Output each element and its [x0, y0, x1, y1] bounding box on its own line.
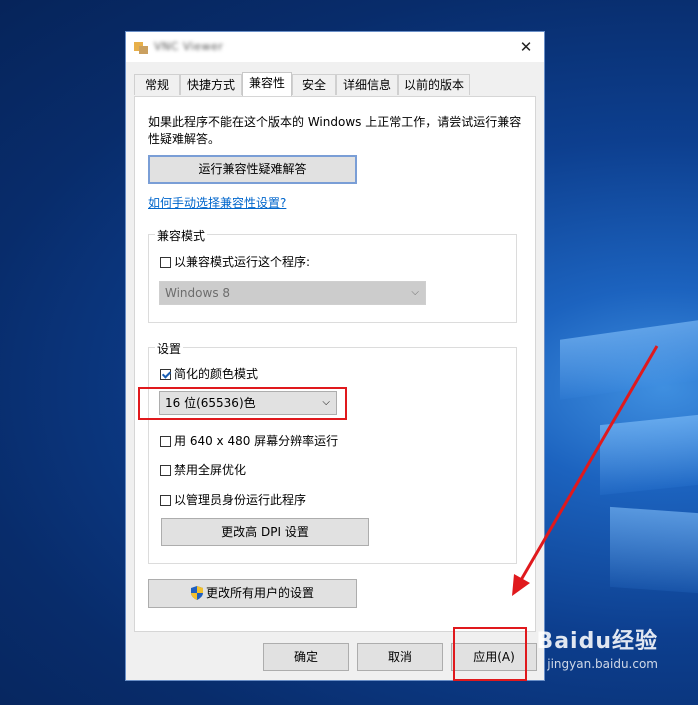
annotation-arrow: [512, 345, 659, 596]
watermark-logo: Baidu经验: [536, 629, 658, 654]
tab-compatibility[interactable]: 兼容性: [242, 72, 292, 96]
watermark: Baidu经验 jingyan.baidu.com: [536, 623, 658, 671]
watermark-url: jingyan.baidu.com: [547, 657, 658, 671]
